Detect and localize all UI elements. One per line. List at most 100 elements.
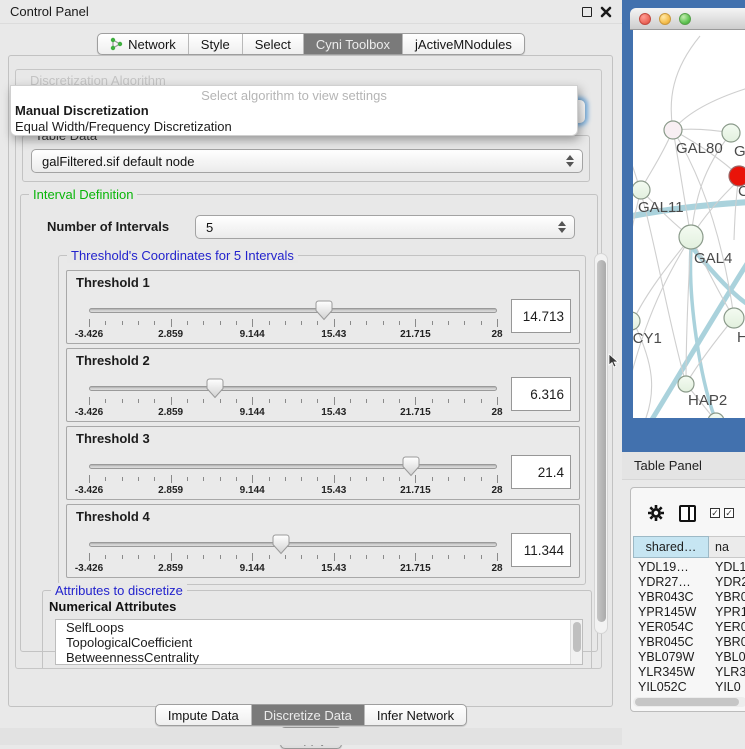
slider-ticks — [89, 553, 497, 562]
float-window-icon[interactable] — [582, 7, 592, 17]
numerical-attributes-list[interactable]: SelfLoopsTopologicalCoefficientBetweenne… — [55, 619, 583, 665]
column-header-shared-name[interactable]: shared… — [633, 536, 709, 558]
attributes-title: Attributes to discretize — [51, 583, 187, 598]
label-hap2: HAP2 — [688, 392, 727, 409]
slider-track[interactable] — [89, 308, 497, 313]
cell-name[interactable]: YIL0 — [709, 680, 745, 695]
close-icon[interactable] — [600, 6, 612, 18]
threshold-slider[interactable]: -3.4262.8599.14415.4321.71528 — [89, 299, 497, 345]
table-row[interactable]: YDR27…YDR2 — [633, 575, 745, 590]
node-hap2 — [678, 376, 694, 392]
table-rows: YDL19…YDL1YDR27…YDR2YBR043CYBR0YPR145WYP… — [633, 560, 745, 695]
columns-icon[interactable] — [679, 505, 696, 522]
threshold-label: Threshold 4 — [76, 509, 150, 524]
cell-shared-name[interactable]: YER054C — [633, 620, 709, 635]
threshold-panel-3: Threshold 3-3.4262.8599.14415.4321.71528… — [66, 426, 580, 500]
threshold-label: Threshold 2 — [76, 353, 150, 368]
tab-label: Cyni Toolbox — [316, 37, 390, 52]
cell-shared-name[interactable]: YBL079W — [633, 650, 709, 665]
tab-impute-data[interactable]: Impute Data — [156, 705, 251, 725]
tab-jactivemnodules[interactable]: jActiveMNodules — [402, 34, 524, 54]
threshold-slider[interactable]: -3.4262.8599.14415.4321.71528 — [89, 533, 497, 579]
tab-label: Select — [255, 37, 291, 52]
threshold-label: Threshold 1 — [76, 275, 150, 290]
attribute-list-item[interactable]: TopologicalCoefficient — [56, 635, 582, 650]
cell-name[interactable]: YDR2 — [709, 575, 745, 590]
cell-name[interactable]: YER0 — [709, 620, 745, 635]
number-of-intervals-combobox[interactable]: 5 — [195, 215, 575, 239]
cell-shared-name[interactable]: YBR045C — [633, 635, 709, 650]
cell-name[interactable]: YLR3 — [709, 665, 745, 680]
discretize-settings-pane: Discretization Algorithm Table Data galF… — [15, 69, 602, 669]
tab-label: Network — [128, 37, 176, 52]
cell-shared-name[interactable]: YBR043C — [633, 590, 709, 605]
cell-name[interactable]: YBR0 — [709, 635, 745, 650]
window-bottom-strip — [0, 728, 622, 745]
dropdown-option-equal-width-frequency[interactable]: Equal Width/Frequency Discretization — [15, 119, 232, 134]
slider-track[interactable] — [89, 542, 497, 547]
cell-name[interactable]: YBL0 — [709, 650, 745, 665]
threshold-panel-4: Threshold 4 -3.4262.8599.14415.4321.71528… — [66, 504, 580, 578]
panel-title: Control Panel — [10, 4, 89, 19]
attribute-list-item[interactable]: BetweennessCentrality — [56, 650, 582, 665]
control-panel: Control Panel Network Style Select Cyni Too… — [0, 0, 622, 745]
cell-shared-name[interactable]: YPR145W — [633, 605, 709, 620]
slider-thumb[interactable] — [315, 300, 333, 321]
minimize-traffic-light[interactable] — [659, 13, 671, 25]
slider-thumb[interactable] — [272, 534, 290, 555]
attributes-group: Attributes to discretize Numerical Attri… — [42, 590, 592, 669]
tab-label: Discretize Data — [264, 708, 352, 723]
table-data-value: galFiltered.sif default node — [42, 154, 194, 169]
cell-shared-name[interactable]: YLR345W — [633, 665, 709, 680]
close-traffic-light[interactable] — [639, 13, 651, 25]
threshold-value-field[interactable]: 11.344 — [511, 533, 571, 567]
dropdown-option-manual-discretization[interactable]: Manual Discretization — [15, 103, 149, 118]
threshold-slider[interactable]: -3.4262.8599.14415.4321.71528 — [89, 377, 497, 423]
gear-icon[interactable] — [647, 504, 665, 522]
slider-thumb[interactable] — [402, 456, 420, 477]
column-header-name[interactable]: na — [709, 536, 745, 558]
cell-name[interactable]: YBR0 — [709, 590, 745, 605]
tab-select[interactable]: Select — [242, 34, 303, 54]
table-row[interactable]: YBR043CYBR0 — [633, 590, 745, 605]
slider-track[interactable] — [89, 386, 497, 391]
table-row[interactable]: YBR045CYBR0 — [633, 635, 745, 650]
tab-infer-network[interactable]: Infer Network — [364, 705, 466, 725]
network-canvas[interactable]: GAL80 GA GAL11 C GAL4 GCY1 H HAP2 — [633, 30, 745, 418]
number-of-intervals-value: 5 — [206, 220, 213, 235]
cell-shared-name[interactable]: YDL19… — [633, 560, 709, 575]
algorithm-dropdown-popup: Select algorithm to view settings Manual… — [10, 85, 578, 136]
thresholds-title: Threshold's Coordinates for 5 Intervals — [67, 248, 298, 263]
table-row[interactable]: YDL19…YDL1 — [633, 560, 745, 575]
cell-shared-name[interactable]: YIL052C — [633, 680, 709, 695]
zoom-traffic-light[interactable] — [679, 13, 691, 25]
slider-ticks — [89, 319, 497, 328]
threshold-value-field[interactable]: 21.4 — [511, 455, 571, 489]
checked-boxes-icon[interactable]: ✓✓ — [710, 508, 734, 518]
slider-track[interactable] — [89, 464, 497, 469]
attributes-scrollbar[interactable] — [570, 620, 582, 664]
table-row[interactable]: YIL052CYIL0 — [633, 680, 745, 695]
table-row[interactable]: YPR145WYPR1 — [633, 605, 745, 620]
tab-cyni-toolbox[interactable]: Cyni Toolbox — [303, 34, 402, 54]
attribute-list-item[interactable]: SelfLoops — [56, 620, 582, 635]
tab-discretize-data[interactable]: Discretize Data — [251, 705, 364, 725]
label-gal11: GAL11 — [638, 199, 684, 216]
cell-name[interactable]: YPR1 — [709, 605, 745, 620]
threshold-slider[interactable]: -3.4262.8599.14415.4321.71528 — [89, 455, 497, 501]
cell-name[interactable]: YDL1 — [709, 560, 745, 575]
table-row[interactable]: YLR345WYLR3 — [633, 665, 745, 680]
table-row[interactable]: YER054CYER0 — [633, 620, 745, 635]
table-data-combobox[interactable]: galFiltered.sif default node — [31, 149, 583, 173]
table-horizontal-scrollbar[interactable] — [633, 697, 745, 707]
label-h: H — [737, 329, 745, 346]
slider-ticks — [89, 397, 497, 406]
settings-vertical-scrollbar[interactable] — [594, 253, 608, 634]
tab-network[interactable]: Network — [98, 34, 188, 54]
tab-style[interactable]: Style — [188, 34, 242, 54]
threshold-value-field[interactable]: 14.713 — [511, 299, 571, 333]
table-row[interactable]: YBL079WYBL0 — [633, 650, 745, 665]
cell-shared-name[interactable]: YDR27… — [633, 575, 709, 590]
threshold-value-field[interactable]: 6.316 — [511, 377, 571, 411]
slider-thumb[interactable] — [206, 378, 224, 399]
